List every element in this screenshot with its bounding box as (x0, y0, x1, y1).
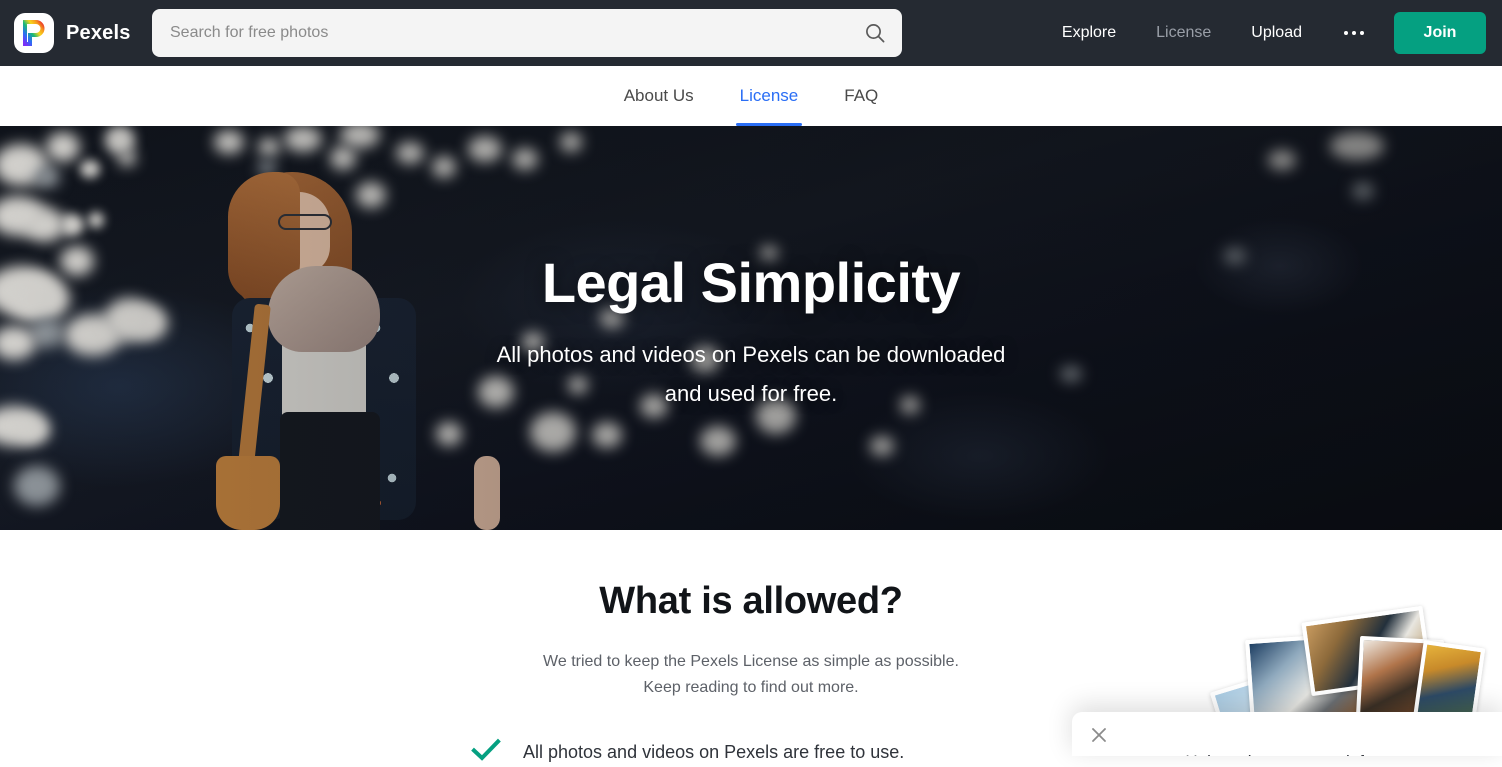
search-icon[interactable] (848, 9, 902, 57)
dot (1344, 31, 1348, 35)
join-button[interactable]: Join (1394, 12, 1486, 54)
tab-faq[interactable]: FAQ (821, 67, 901, 126)
search-input[interactable] (152, 9, 848, 57)
check-icon (471, 738, 501, 767)
nav-item-license[interactable]: License (1136, 0, 1231, 66)
hero-subtitle-line-1: All photos and videos on Pexels can be d… (496, 341, 1006, 367)
allowed-bullet-list: All photos and videos on Pexels are free… (471, 738, 1031, 767)
list-item-label: All photos and videos on Pexels are free… (523, 742, 905, 763)
pexels-rainbow-p-logo-icon (14, 13, 54, 53)
hero-subtitle-line-2: and used for free. (664, 380, 838, 406)
nav-item-upload[interactable]: Upload (1231, 0, 1322, 66)
nav-item-explore[interactable]: Explore (1042, 0, 1136, 66)
hero-banner: Legal Simplicity All photos and videos o… (0, 126, 1502, 530)
promo-banner: Help us keep our work free (1072, 712, 1502, 756)
hero-copy: Legal Simplicity All photos and videos o… (0, 251, 1502, 413)
photo-collage-illustration (1209, 605, 1490, 751)
dot (1352, 31, 1356, 35)
page-subnav: About Us License FAQ (0, 66, 1502, 126)
section-subtitle-line-2: Keep reading to find out more. (643, 678, 859, 696)
section-subtitle-line-1: We tried to keep the Pexels License as s… (543, 653, 959, 670)
promo-text: Help us keep our work free (1072, 752, 1502, 756)
list-item: All photos and videos on Pexels are free… (471, 738, 1031, 767)
brand-logo-link[interactable]: Pexels (14, 13, 131, 53)
header-nav: Explore License Upload Join (1042, 0, 1486, 66)
hero-title: Legal Simplicity (541, 251, 961, 314)
top-header: Pexels Explore License Upload Join (0, 0, 1502, 66)
search-bar[interactable] (152, 9, 902, 57)
close-icon[interactable] (1086, 722, 1112, 748)
dot (1360, 31, 1364, 35)
brand-name: Pexels (66, 21, 131, 44)
ellipsis-horizontal-icon[interactable] (1322, 0, 1386, 66)
tab-about-us[interactable]: About Us (601, 67, 717, 126)
tab-license[interactable]: License (717, 67, 822, 126)
